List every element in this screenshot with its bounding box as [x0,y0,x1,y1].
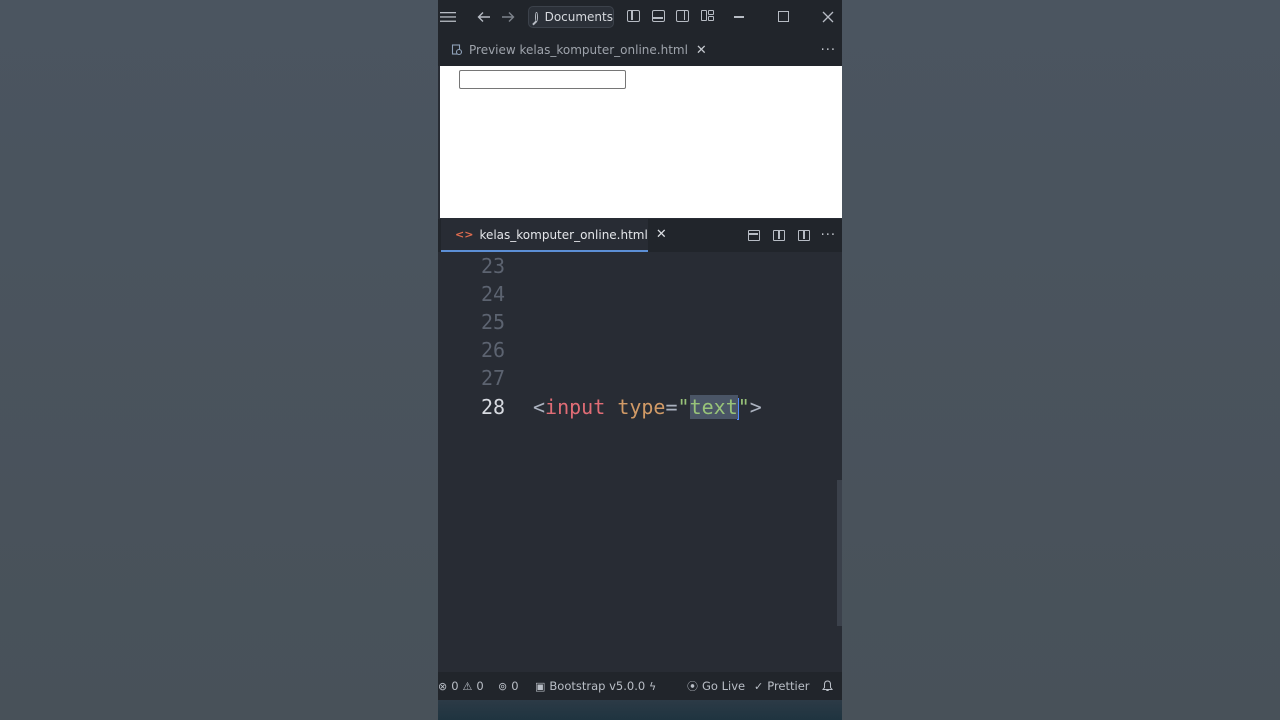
maximize-icon[interactable] [778,11,789,22]
toggle-secondary-sidebar-icon[interactable] [676,10,689,22]
code-selected-value: text [689,395,738,419]
minimize-icon[interactable] [734,16,744,18]
line-number: 25 [481,310,506,334]
background-right [842,0,1280,720]
bootstrap-icon: ▣ [535,679,546,693]
line-number: 26 [481,338,506,362]
open-preview-side-icon[interactable] [773,230,785,241]
prettier-indicator[interactable]: ✓ Prettier [754,672,810,700]
editor-scrollbar[interactable] [837,480,842,626]
bottom-edge [438,700,842,720]
prettier-label: Prettier [767,679,810,693]
tab-preview-label: Preview kelas_komputer_online.html [469,43,688,57]
tab-editor-file[interactable]: <> kelas_komputer_online.html ✕ [441,219,667,252]
code-eq: = [665,395,678,419]
code-line: 24 [438,280,842,308]
code-line: 27 [438,364,842,392]
close-icon[interactable]: ✕ [656,227,667,242]
close-window-icon[interactable] [818,0,838,34]
code-editor[interactable]: 23 24 25 26 27 28 <input type="text"> [438,252,842,672]
code-punct-open: < [533,395,546,419]
close-icon[interactable]: ✕ [696,43,707,58]
preview-tab-bar: Preview kelas_komputer_online.html ✕ ··· [438,34,842,66]
go-live-button[interactable]: ⦿ Go Live [687,672,745,700]
toggle-primary-sidebar-icon[interactable] [627,10,640,22]
more-icon[interactable]: ··· [821,219,836,252]
error-icon: ⊗ [438,679,448,693]
broadcast-live-icon: ⦿ [687,680,698,693]
command-center-search[interactable]: Documents [528,6,614,28]
open-preview-icon[interactable] [748,230,760,241]
code-punct-close: > [749,395,762,419]
bootstrap-label: Bootstrap v5.0.0 [549,679,646,693]
status-bar: ⊗ 0 ⚠ 0 ⊚ 0 ▣ Bootstrap v5.0.0 ϟ ⦿ Go Li… [438,672,842,700]
vscode-window: Documents Preview kelas_komputer_online.… [438,0,842,720]
title-bar: Documents [438,0,842,34]
broadcast-icon: ⊚ [498,679,508,693]
ports-count: 0 [511,679,519,693]
more-icon[interactable]: ··· [821,34,836,66]
tab-editor-label: kelas_komputer_online.html [479,227,648,242]
arrow-right-icon[interactable] [498,0,518,34]
line-number: 28 [481,395,506,419]
preview-icon [451,44,463,56]
problems-indicator[interactable]: ⊗ 0 ⚠ 0 [438,672,484,700]
customize-layout-icon[interactable] [701,10,714,22]
line-number: 27 [481,366,506,390]
html-file-icon: <> [455,228,474,241]
line-number: 23 [481,254,506,278]
warning-icon: ⚠ [462,679,473,693]
toggle-panel-icon[interactable] [652,10,665,22]
line-number: 24 [481,282,506,306]
menu-icon[interactable] [438,0,458,34]
arrow-left-icon[interactable] [474,0,494,34]
lightning-icon[interactable]: ϟ [649,672,660,700]
warning-count: 0 [476,679,484,693]
code-line: 25 [438,308,842,336]
ports-indicator[interactable]: ⊚ 0 [498,672,519,700]
search-icon [535,12,538,22]
code-line: 23 [438,252,842,280]
code-quote-close: " [737,395,750,419]
bell-icon[interactable] [822,672,833,700]
go-live-label: Go Live [702,679,746,693]
code-line: 26 [438,336,842,364]
code-quote-open: " [677,395,690,419]
code-text[interactable]: <input type="text"> [533,393,762,421]
bootstrap-indicator[interactable]: ▣ Bootstrap v5.0.0 [535,672,645,700]
code-attr-name: type [617,395,666,419]
search-label: Documents [544,10,613,24]
background-left [0,0,438,720]
split-editor-icon[interactable] [798,230,810,241]
tab-preview[interactable]: Preview kelas_komputer_online.html ✕ [441,34,717,66]
html-preview-pane [440,66,842,218]
code-tag-name: input [545,395,606,419]
double-check-icon: ✓ [754,679,764,693]
editor-tab-bar: <> kelas_komputer_online.html ✕ ··· [438,219,842,252]
error-count: 0 [451,679,459,693]
code-line-active: 28 <input type="text"> [438,393,842,421]
preview-text-input[interactable] [459,70,626,89]
